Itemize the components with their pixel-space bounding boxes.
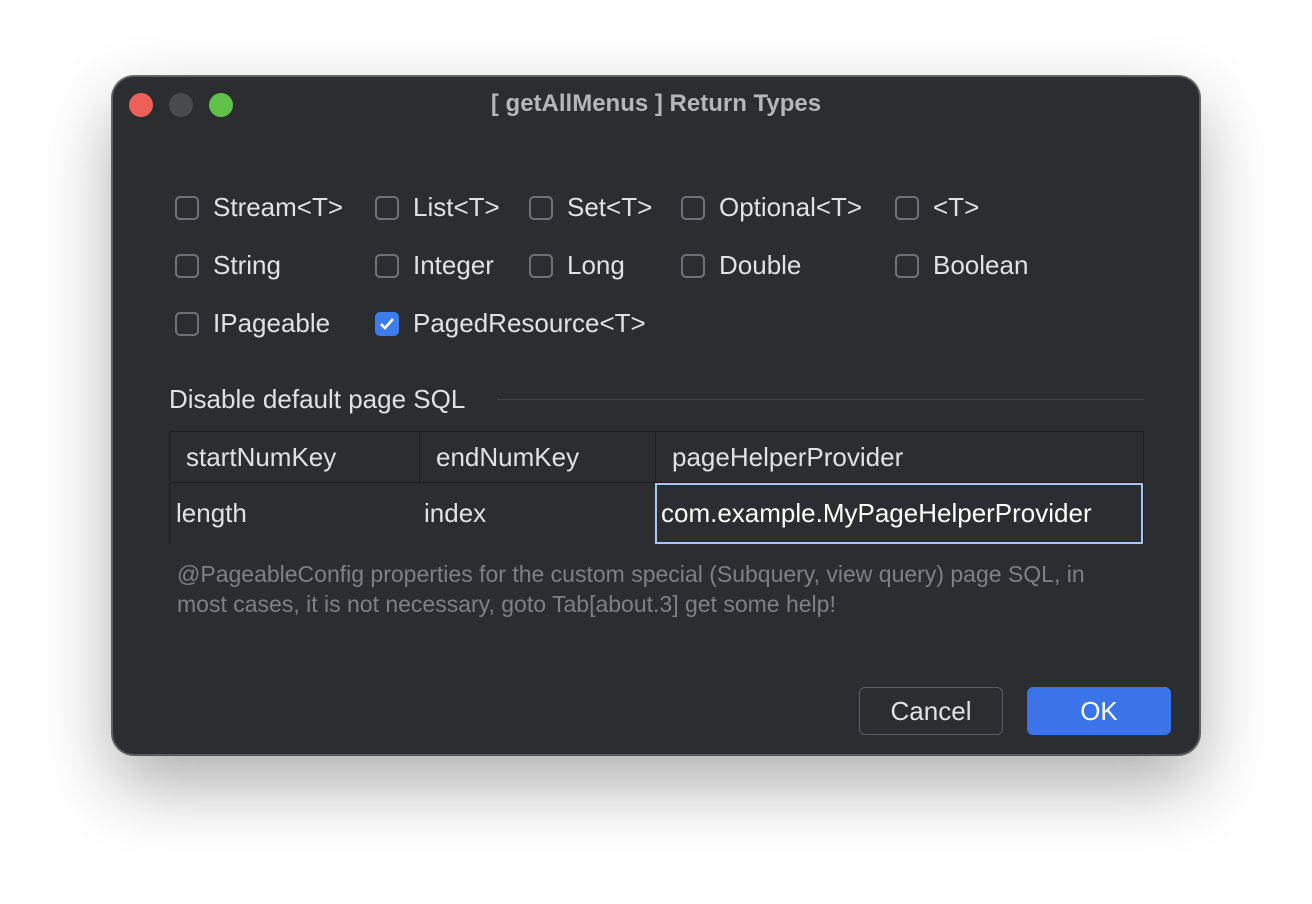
checkbox-pagedresource[interactable]: PagedResource<T> <box>375 308 646 339</box>
checkbox-box[interactable] <box>375 253 399 278</box>
checkbox-double[interactable]: Double <box>681 250 801 281</box>
checkbox-ipageable[interactable]: IPageable <box>175 308 330 339</box>
table-header: startNumKey endNumKey pageHelperProvider <box>170 432 1143 483</box>
checkbox-box[interactable] <box>895 195 919 220</box>
checkbox-box[interactable] <box>175 195 199 220</box>
section-label-page-sql: Disable default page SQL <box>169 384 466 414</box>
column-header-endnumkey[interactable]: endNumKey <box>420 432 656 482</box>
checkbox-box[interactable] <box>681 253 705 278</box>
cancel-button[interactable]: Cancel <box>859 687 1003 735</box>
section-divider <box>497 399 1144 400</box>
checkbox-boolean[interactable]: Boolean <box>895 250 1028 281</box>
checkbox-string[interactable]: String <box>175 250 281 281</box>
checkbox-optional[interactable]: Optional<T> <box>681 192 862 223</box>
checkbox-box[interactable] <box>375 311 399 336</box>
checkbox-long[interactable]: Long <box>529 250 625 281</box>
checkbox-label: String <box>213 250 281 280</box>
checkbox-list[interactable]: List<T> <box>375 192 500 223</box>
checkbox-box[interactable] <box>529 253 553 278</box>
checkbox-stream[interactable]: Stream<T> <box>175 192 343 223</box>
checkbox-label: IPageable <box>213 308 331 338</box>
checkbox-box[interactable] <box>681 195 705 220</box>
checkbox-label: Optional<T> <box>719 192 863 222</box>
checkbox-label: Long <box>567 250 625 280</box>
checkbox-label: PagedResource<T> <box>413 308 646 338</box>
checkbox-label: Integer <box>413 250 494 280</box>
checkbox-integer[interactable]: Integer <box>375 250 494 281</box>
cell-pagehelperprovider-input[interactable]: com.example.MyPageHelperProvider <box>655 483 1143 544</box>
checkmark-icon <box>380 317 394 330</box>
help-text: @PageableConfig properties for the custo… <box>177 561 1085 617</box>
page-config-table: startNumKey endNumKey pageHelperProvider… <box>169 431 1144 544</box>
checkbox-box[interactable] <box>529 195 553 220</box>
checkbox-generic-t[interactable]: <T> <box>895 192 979 223</box>
checkbox-label: <T> <box>933 192 980 222</box>
table-row: length index com.example.MyPageHelperPro… <box>170 483 1143 544</box>
column-header-startnumkey[interactable]: startNumKey <box>170 432 420 482</box>
cell-startnumkey[interactable]: length <box>170 483 420 544</box>
checkbox-label: List<T> <box>413 192 500 222</box>
cell-endnumkey[interactable]: index <box>418 483 654 544</box>
dialog-title: [ getAllMenus ] Return Types <box>490 90 822 117</box>
return-types-dialog: [ getAllMenus ] Return Types Stream<T> L… <box>112 76 1200 755</box>
ok-button[interactable]: OK <box>1027 687 1171 735</box>
checkbox-label: Boolean <box>933 250 1029 280</box>
checkbox-box[interactable] <box>175 253 199 278</box>
checkbox-box[interactable] <box>375 195 399 220</box>
checkbox-set[interactable]: Set<T> <box>529 192 652 223</box>
checkbox-box[interactable] <box>175 311 199 336</box>
checkbox-label: Double <box>719 250 802 280</box>
checkbox-label: Set<T> <box>567 192 653 222</box>
column-header-pagehelperprovider[interactable]: pageHelperProvider <box>656 432 1143 482</box>
checkbox-label: Stream<T> <box>213 192 344 222</box>
checkbox-box[interactable] <box>895 253 919 278</box>
